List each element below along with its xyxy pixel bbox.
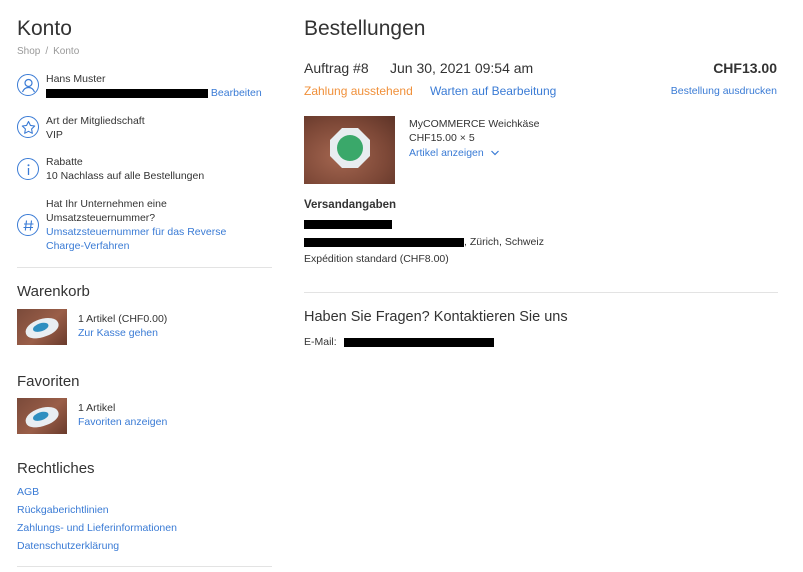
favorites-title: Favoriten <box>17 373 80 390</box>
breadcrumb-separator: / <box>45 46 49 57</box>
legal-link-agb[interactable]: AGB <box>17 486 39 498</box>
shipping-city: , Zürich, Schweiz <box>464 236 544 248</box>
breadcrumb-shop[interactable]: Shop <box>17 46 40 57</box>
email-label: E-Mail: <box>304 336 337 348</box>
redacted-contact-email <box>343 337 494 347</box>
legal-link-payment-delivery[interactable]: Zahlungs- und Lieferinformationen <box>17 522 177 534</box>
order-total: CHF13.00 <box>713 60 777 76</box>
page-title-orders: Bestellungen <box>304 17 426 40</box>
cart-title: Warenkorb <box>17 283 90 300</box>
contact-email: E-Mail: <box>304 336 494 348</box>
hash-icon <box>17 214 39 236</box>
discounts-title: Rabatte <box>46 156 83 168</box>
redacted-email <box>46 88 208 98</box>
contact-title: Haben Sie Fragen? Kontaktieren Sie uns <box>304 309 568 325</box>
print-order-link[interactable]: Bestellung ausdrucken <box>671 85 777 97</box>
order-date: Jun 30, 2021 09:54 am <box>390 60 534 76</box>
vat-link[interactable]: Umsatzsteuernummer für das Reverse Charg… <box>46 225 246 253</box>
breadcrumb: Shop / Konto <box>17 46 79 57</box>
divider <box>17 566 272 567</box>
shipping-name <box>304 218 392 230</box>
discounts-row: Rabatte 10 Nachlass auf alle Bestellunge… <box>17 155 272 185</box>
order-number: Auftrag #8 <box>304 60 369 76</box>
profile-name: Hans Muster <box>46 73 106 85</box>
show-item-link[interactable]: Artikel anzeigen <box>409 147 500 159</box>
user-icon <box>17 74 39 96</box>
divider <box>304 292 778 293</box>
cart-summary: 1 Artikel (CHF0.00) <box>78 313 168 325</box>
processing-status: Warten auf Bearbeitung <box>430 84 557 98</box>
favorites-summary: 1 Artikel <box>78 402 116 414</box>
vat-question: Hat Ihr Unternehmen eine Umsatzsteuernum… <box>46 198 167 224</box>
chevron-down-icon <box>490 150 499 156</box>
membership-title: Art der Mitgliedschaft <box>46 115 145 127</box>
checkout-link[interactable]: Zur Kasse gehen <box>78 327 158 339</box>
legal-link-returns[interactable]: Rückgaberichtlinien <box>17 504 109 516</box>
show-favorites-link[interactable]: Favoriten anzeigen <box>78 416 167 428</box>
shipping-method: Expédition standard (CHF8.00) <box>304 253 449 265</box>
product-name: MyCOMMERCE Weichkäse <box>409 118 540 130</box>
payment-status: Zahlung ausstehend <box>304 84 413 98</box>
breadcrumb-current: Konto <box>53 46 80 57</box>
info-icon <box>17 158 39 180</box>
shipping-address: , Zürich, Schweiz <box>304 236 544 248</box>
favorites-thumbnail[interactable] <box>17 398 67 434</box>
show-item-label: Artikel anzeigen <box>409 147 484 159</box>
product-price: CHF15.00 × 5 <box>409 132 475 144</box>
page-title-account: Konto <box>17 17 72 40</box>
star-icon <box>17 116 39 138</box>
profile-row: Hans Muster Bearbeiten <box>17 72 272 102</box>
vat-row: Hat Ihr Unternehmen eine Umsatzsteuernum… <box>17 197 272 255</box>
membership-row: Art der Mitgliedschaft VIP <box>17 114 272 144</box>
edit-profile-link[interactable]: Bearbeiten <box>211 87 262 99</box>
divider <box>17 267 272 268</box>
cart-thumbnail[interactable] <box>17 309 67 345</box>
membership-value: VIP <box>46 129 63 141</box>
discounts-value: 10 Nachlass auf alle Bestellungen <box>46 170 205 182</box>
legal-title: Rechtliches <box>17 460 95 477</box>
product-image[interactable] <box>304 116 395 184</box>
legal-link-privacy[interactable]: Datenschutzerklärung <box>17 540 119 552</box>
shipping-title: Versandangaben <box>304 199 397 211</box>
